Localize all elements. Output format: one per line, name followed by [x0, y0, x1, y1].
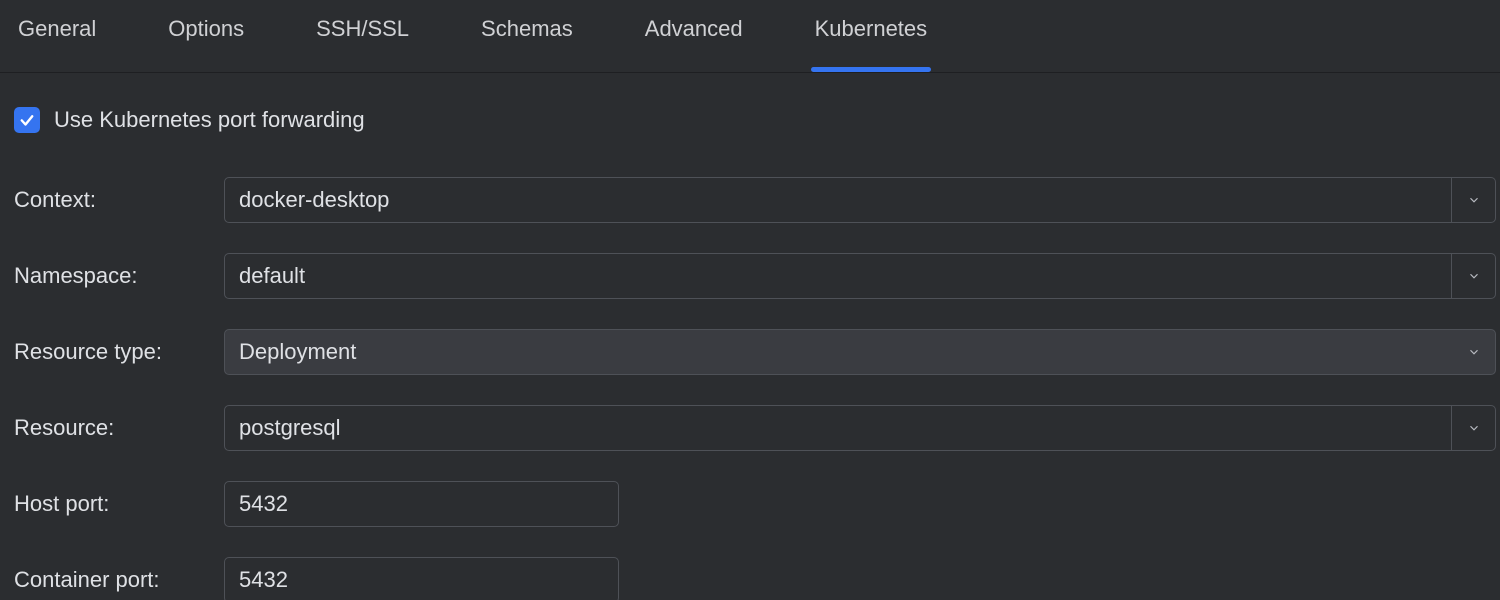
- resource-type-value: Deployment: [239, 339, 356, 365]
- container-port-input[interactable]: [224, 557, 619, 600]
- port-forwarding-checkbox-row: Use Kubernetes port forwarding: [14, 107, 1486, 133]
- container-port-label: Container port:: [14, 567, 224, 593]
- resource-field: [224, 405, 1496, 451]
- resource-type-label: Resource type:: [14, 339, 224, 365]
- namespace-label: Namespace:: [14, 263, 224, 289]
- tab-kubernetes[interactable]: Kubernetes: [815, 16, 928, 58]
- tab-advanced[interactable]: Advanced: [645, 16, 743, 58]
- namespace-dropdown-button[interactable]: [1452, 253, 1496, 299]
- port-forwarding-checkbox[interactable]: [14, 107, 40, 133]
- context-dropdown-button[interactable]: [1452, 177, 1496, 223]
- chevron-down-icon: [1467, 345, 1481, 359]
- tab-general[interactable]: General: [18, 16, 96, 58]
- resource-input[interactable]: [224, 405, 1452, 451]
- kubernetes-panel: Use Kubernetes port forwarding Context: …: [0, 73, 1500, 600]
- tab-options[interactable]: Options: [168, 16, 244, 58]
- resource-label: Resource:: [14, 415, 224, 441]
- context-label: Context:: [14, 187, 224, 213]
- host-port-input[interactable]: [224, 481, 619, 527]
- resource-type-select[interactable]: Deployment: [224, 329, 1496, 375]
- context-input[interactable]: [224, 177, 1452, 223]
- tab-bar: General Options SSH/SSL Schemas Advanced…: [0, 0, 1500, 73]
- tab-schemas[interactable]: Schemas: [481, 16, 573, 58]
- chevron-down-icon: [1467, 193, 1481, 207]
- port-forwarding-label: Use Kubernetes port forwarding: [54, 107, 365, 133]
- host-port-label: Host port:: [14, 491, 224, 517]
- namespace-field: [224, 253, 1496, 299]
- tab-sshssl[interactable]: SSH/SSL: [316, 16, 409, 58]
- checkmark-icon: [18, 111, 36, 129]
- context-field: [224, 177, 1496, 223]
- chevron-down-icon: [1467, 421, 1481, 435]
- kubernetes-form: Context: Namespace: Resource type:: [14, 177, 1486, 600]
- chevron-down-icon: [1467, 269, 1481, 283]
- namespace-input[interactable]: [224, 253, 1452, 299]
- resource-dropdown-button[interactable]: [1452, 405, 1496, 451]
